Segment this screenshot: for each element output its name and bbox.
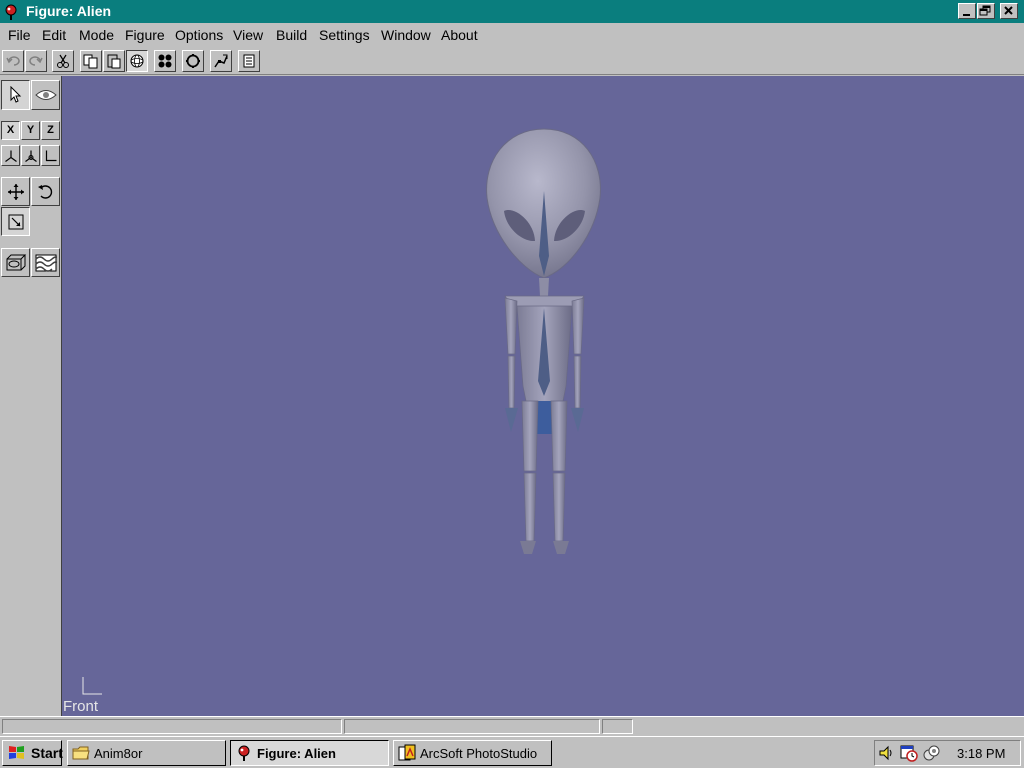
cut-button[interactable] [52,50,74,72]
point-edit-icon [214,54,228,68]
windows-logo-icon [9,746,24,759]
task-arcsoft-label: ArcSoft PhotoStudio [420,746,538,761]
scheduler-icon[interactable] [900,744,918,762]
textured-pattern-icon [35,254,57,272]
menu-edit[interactable]: Edit [42,27,66,43]
circle-icon [186,54,200,68]
menu-file[interactable]: File [8,27,31,43]
axis-gizmo-icon [82,677,102,695]
axis-y-toggle[interactable]: Y [21,121,40,140]
folder-icon [72,746,90,760]
copy-icon [83,54,98,69]
task-figure-alien[interactable]: Figure: Alien [230,740,389,766]
anim8or-app-icon [238,745,250,761]
paste-button[interactable] [103,50,125,72]
wireframe-view-button[interactable] [1,248,30,277]
close-button[interactable] [1000,3,1018,19]
system-tray: 3:18 PM [874,740,1021,766]
window-title: Figure: Alien [26,3,112,19]
task-anim8or-label: Anim8or [94,746,143,761]
axis-y-label: Y [26,124,35,136]
arrow-select-button[interactable] [1,80,30,110]
paste-icon [107,54,121,69]
menu-mode[interactable]: Mode [79,27,114,43]
axis-x-label: X [6,124,15,136]
list-button[interactable] [238,50,260,72]
textured-view-button[interactable] [31,248,60,277]
screen-coords-button[interactable] [41,145,60,166]
menu-about[interactable]: About [441,27,478,43]
eye-icon [34,90,57,100]
start-label: Start [31,745,63,761]
redo-icon [29,56,43,66]
minimize-icon [963,14,970,16]
status-pane-3 [602,719,633,734]
restore-icon [979,5,991,16]
menu-options[interactable]: Options [175,27,223,43]
sphere-icon [130,54,144,68]
move-tool-button[interactable] [1,177,30,206]
view-eye-button[interactable] [31,80,60,110]
status-bar [0,716,1024,736]
task-figure-alien-label: Figure: Alien [257,746,336,761]
wireframe-box-icon [6,254,26,270]
menu-figure[interactable]: Figure [125,27,165,43]
sphere-button[interactable] [126,50,148,72]
menu-window[interactable]: Window [381,27,431,43]
cut-icon [57,54,69,68]
arrow-pointer-icon [10,86,21,103]
axis-z-label: Z [47,124,54,136]
status-pane-2 [344,719,600,734]
task-anim8or[interactable]: Anim8or [67,740,226,766]
circle-button[interactable] [182,50,204,72]
view-name-label: Front [63,698,99,715]
app-icon[interactable] [3,3,21,21]
object-coords-button[interactable] [21,145,40,166]
undo-icon [6,56,20,66]
menu-build[interactable]: Build [276,27,307,43]
point-edit-button[interactable] [210,50,232,72]
minimize-button[interactable] [958,3,976,19]
four-dots-icon [158,54,172,68]
menu-bar: File Edit Mode Figure Options View Build… [0,23,1024,47]
scale-icon [8,214,23,229]
move-arrows-icon [7,183,24,200]
scale-tool-button[interactable] [1,207,30,236]
axes-world-icon [4,150,17,162]
world-coords-button[interactable] [1,145,20,166]
title-bar: Figure: Alien [0,0,1024,23]
clock: 3:18 PM [957,746,1006,761]
rotate-tool-button[interactable] [31,177,60,206]
start-button[interactable]: Start [2,740,63,766]
axes-object-icon [24,150,37,162]
status-pane-1 [2,719,342,734]
speaker-volume-icon[interactable] [878,744,896,762]
menu-settings[interactable]: Settings [319,27,370,43]
rotate-icon [37,184,52,199]
menu-view[interactable]: View [233,27,263,43]
restore-button[interactable] [977,3,995,19]
axes-screen-icon [45,150,56,161]
network-tray-icon[interactable] [922,744,940,762]
photostudio-icon [398,744,416,761]
alien-figure-model[interactable] [462,116,627,566]
four-dots-button[interactable] [154,50,176,72]
close-icon [1004,6,1013,15]
copy-button[interactable] [80,50,102,72]
redo-button[interactable] [25,50,47,72]
front-viewport[interactable]: Front [62,76,1024,716]
task-arcsoft-photostudio[interactable]: ArcSoft PhotoStudio [393,740,552,766]
undo-button[interactable] [2,50,24,72]
toolbar [0,47,1024,75]
axis-x-toggle[interactable]: X [1,121,20,140]
tool-palette: X Y Z [0,76,62,716]
axis-z-toggle[interactable]: Z [41,121,60,140]
taskbar: Start Anim8or Figure: Alien ArcSoft Phot… [0,736,1024,768]
list-icon [243,54,255,68]
